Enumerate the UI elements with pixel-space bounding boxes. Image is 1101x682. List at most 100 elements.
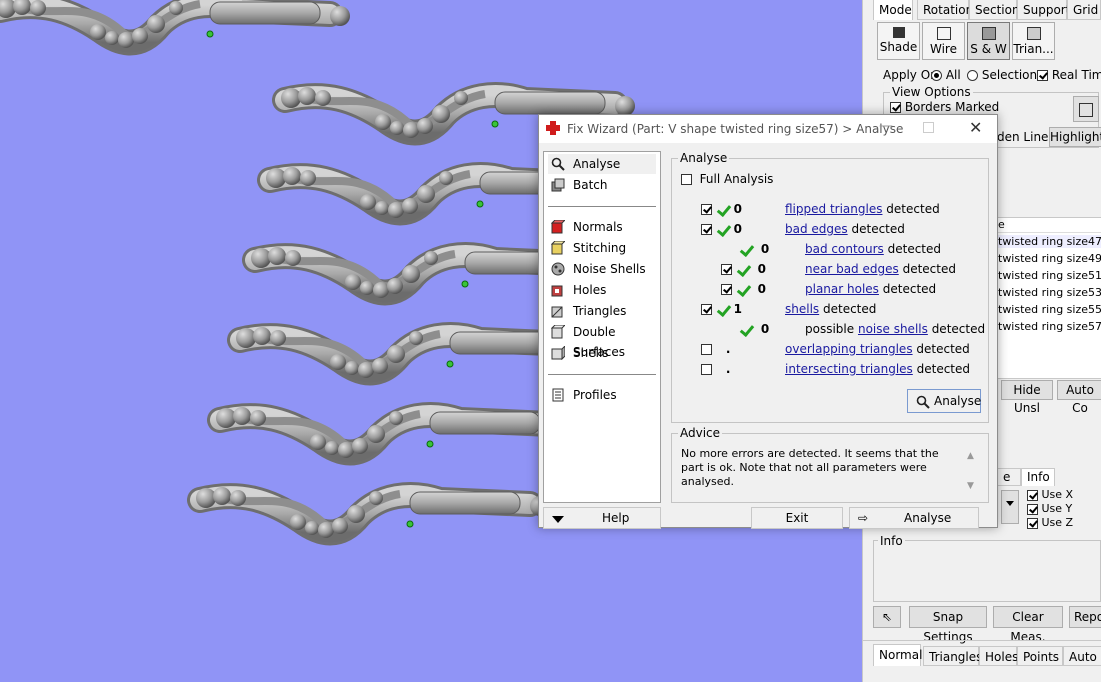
- part-list-item[interactable]: twisted ring size53: [998, 286, 1101, 299]
- minimize-icon[interactable]: —: [879, 118, 893, 134]
- nav-item-noise-shells[interactable]: Noise Shells: [548, 259, 656, 279]
- result-row: 0: [721, 260, 772, 278]
- analyse-button[interactable]: Analyse: [907, 389, 981, 413]
- cube-icon: [1079, 103, 1093, 117]
- tab-support[interactable]: Support: [1017, 0, 1070, 20]
- report-button[interactable]: Repor: [1069, 606, 1101, 628]
- part-list[interactable]: e twisted ring size47 twisted ring size4…: [997, 217, 1101, 379]
- row-checkbox[interactable]: [701, 304, 712, 315]
- row-checkbox[interactable]: [721, 264, 732, 275]
- triangles-label: Trian...: [1013, 42, 1054, 56]
- part-list-item[interactable]: twisted ring size51: [998, 269, 1101, 282]
- result-row: 0: [721, 280, 772, 298]
- ring-model: [236, 327, 590, 378]
- tab-partial[interactable]: e: [997, 468, 1021, 486]
- tab-points[interactable]: Points: [1017, 646, 1063, 666]
- maximize-icon[interactable]: [923, 122, 934, 133]
- tab-grid[interactable]: Grid: [1067, 0, 1101, 20]
- shade-icon: [892, 27, 905, 38]
- shells-link[interactable]: shells: [785, 302, 819, 316]
- tab-section[interactable]: Section: [969, 0, 1020, 20]
- holes-cube-icon: [551, 283, 565, 297]
- dialog-titlebar[interactable]: Fix Wizard (Part: V shape twisted ring s…: [539, 115, 997, 143]
- nav-item-double-surfaces[interactable]: Double Surfaces: [548, 322, 656, 359]
- row-checkbox[interactable]: [701, 364, 712, 375]
- part-list-item[interactable]: twisted ring size57: [998, 320, 1101, 333]
- shade-button[interactable]: Shade: [877, 22, 920, 60]
- full-analysis-checkbox[interactable]: Full Analysis: [681, 170, 773, 188]
- shade-label: Shade: [879, 40, 918, 54]
- row-checkbox[interactable]: [721, 284, 732, 295]
- profiles-icon: [551, 388, 565, 402]
- clear-measurements-button[interactable]: Clear Meas.: [993, 606, 1063, 644]
- next-analyse-button[interactable]: ⇨ Analyse: [849, 507, 979, 529]
- scroll-up-icon[interactable]: ▲: [967, 451, 974, 461]
- nav-item-triangles[interactable]: Triangles: [548, 301, 656, 321]
- green-check-icon: [736, 264, 750, 276]
- tab-mode[interactable]: Mode: [873, 0, 913, 20]
- dropdown-button[interactable]: [1001, 490, 1019, 524]
- green-check-icon: [736, 284, 750, 296]
- real-time-checkbox[interactable]: Real Time: [1037, 68, 1101, 82]
- nav-item-stitching[interactable]: Stitching: [548, 238, 656, 258]
- use-x-checkbox[interactable]: Use X: [1027, 488, 1073, 501]
- highlight-button[interactable]: Highlight: [1049, 127, 1101, 147]
- result-row: 0: [701, 200, 748, 218]
- row-checkbox[interactable]: [701, 204, 712, 215]
- part-list-item[interactable]: twisted ring size47: [998, 235, 1101, 248]
- tab-normals[interactable]: Normals: [873, 644, 929, 666]
- exit-button[interactable]: Exit: [751, 507, 843, 529]
- row-checkbox[interactable]: [701, 224, 712, 235]
- result-row: 0: [701, 220, 748, 238]
- nav-item-profiles[interactable]: Profiles: [548, 385, 656, 405]
- tab-holes[interactable]: Holes: [979, 646, 1018, 666]
- result-label: shells detected: [785, 302, 877, 316]
- wire-button[interactable]: Wire: [922, 22, 965, 60]
- fix-wizard-dialog: Fix Wizard (Part: V shape twisted ring s…: [538, 114, 998, 529]
- nav-item-holes[interactable]: Holes: [548, 280, 656, 300]
- flipped-triangles-link[interactable]: flipped triangles: [785, 202, 882, 216]
- pointer-tool-button[interactable]: ⇖: [873, 606, 901, 628]
- nav-item-batch[interactable]: Batch: [548, 175, 656, 195]
- result-row: .: [701, 340, 740, 358]
- near-bad-edges-link[interactable]: near bad edges: [805, 262, 899, 276]
- nav-item-normals[interactable]: Normals: [548, 217, 656, 237]
- bad-contours-link[interactable]: bad contours: [805, 242, 884, 256]
- nav-separator: [548, 206, 656, 207]
- tab-triangles[interactable]: Triangles: [923, 646, 982, 666]
- part-list-item[interactable]: twisted ring size49: [998, 252, 1101, 265]
- overlapping-triangles-link[interactable]: overlapping triangles: [785, 342, 913, 356]
- nav-item-shells[interactable]: Shells: [548, 343, 656, 363]
- ring-shape: [0, 0, 350, 56]
- result-row: 1: [701, 300, 748, 318]
- dialog-title: Fix Wizard (Part: V shape twisted ring s…: [567, 122, 904, 136]
- triangles-button[interactable]: Trian...: [1012, 22, 1055, 60]
- bad-edges-link[interactable]: bad edges: [785, 222, 848, 236]
- green-check-icon: [716, 204, 730, 216]
- planar-holes-link[interactable]: planar holes: [805, 282, 879, 296]
- apply-all-radio[interactable]: All: [931, 68, 961, 82]
- advice-title: Advice: [678, 426, 723, 440]
- shade-wire-button[interactable]: S & W: [967, 22, 1010, 60]
- intersecting-triangles-link[interactable]: intersecting triangles: [785, 362, 913, 376]
- use-z-checkbox[interactable]: Use Z: [1027, 516, 1073, 529]
- tab-auto[interactable]: Auto: [1063, 646, 1101, 666]
- apply-selection-radio[interactable]: Selection: [967, 68, 1037, 82]
- snap-settings-button[interactable]: Snap Settings: [909, 606, 987, 644]
- noise-shells-link[interactable]: noise shells: [858, 322, 928, 336]
- tab-info[interactable]: Info: [1021, 468, 1055, 486]
- nav-item-analyse[interactable]: Analyse: [548, 154, 656, 174]
- hide-unselected-button[interactable]: Hide Unsl: [1001, 380, 1053, 415]
- scroll-down-icon[interactable]: ▼: [967, 481, 974, 491]
- part-list-item[interactable]: twisted ring size55: [998, 303, 1101, 316]
- use-y-checkbox[interactable]: Use Y: [1027, 502, 1072, 515]
- close-icon[interactable]: ✕: [969, 118, 982, 137]
- chevron-down-icon: [1006, 501, 1014, 506]
- result-label: flipped triangles detected: [785, 202, 940, 216]
- help-button[interactable]: Help: [543, 507, 661, 529]
- borders-marked-checkbox[interactable]: Borders Marked: [890, 100, 999, 114]
- view-cube-button[interactable]: [1073, 96, 1099, 122]
- auto-color-button[interactable]: Auto Co: [1057, 380, 1101, 415]
- tab-rotation[interactable]: Rotation: [917, 0, 973, 20]
- row-checkbox[interactable]: [701, 344, 712, 355]
